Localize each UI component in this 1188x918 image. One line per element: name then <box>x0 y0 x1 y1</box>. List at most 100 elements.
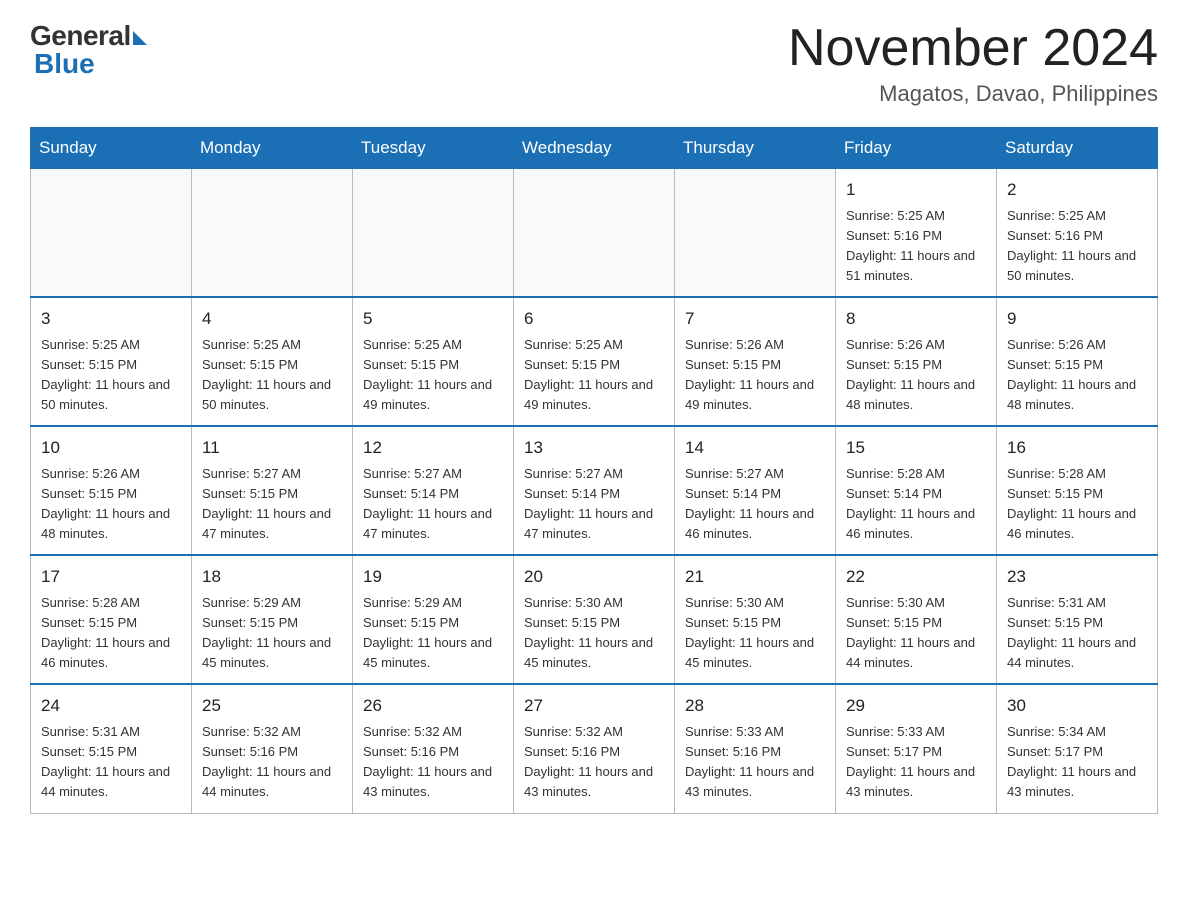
day-header-saturday: Saturday <box>997 128 1158 169</box>
calendar-week-row: 24 Sunrise: 5:31 AM Sunset: 5:15 PM Dayli… <box>31 684 1158 813</box>
day-number: 12 <box>363 435 503 461</box>
day-number: 29 <box>846 693 986 719</box>
day-number: 20 <box>524 564 664 590</box>
calendar-cell: 20 Sunrise: 5:30 AM Sunset: 5:15 PM Dayli… <box>514 555 675 684</box>
calendar-cell: 14Sunrise: 5:27 AM Sunset: 5:14 PM Dayli… <box>675 426 836 555</box>
calendar-cell: 26 Sunrise: 5:32 AM Sunset: 5:16 PM Dayli… <box>353 684 514 813</box>
calendar-cell: 11Sunrise: 5:27 AM Sunset: 5:15 PM Dayli… <box>192 426 353 555</box>
day-info: Sunrise: 5:25 AM Sunset: 5:15 PM Dayligh… <box>202 335 342 416</box>
calendar-cell <box>675 169 836 298</box>
calendar-week-row: 3 Sunrise: 5:25 AM Sunset: 5:15 PM Daylig… <box>31 297 1158 426</box>
day-info: Sunrise: 5:30 AM Sunset: 5:15 PM Dayligh… <box>846 593 986 674</box>
calendar-cell: 7Sunrise: 5:26 AM Sunset: 5:15 PM Daylig… <box>675 297 836 426</box>
day-number: 23 <box>1007 564 1147 590</box>
calendar-cell <box>353 169 514 298</box>
day-info: Sunrise: 5:26 AM Sunset: 5:15 PM Dayligh… <box>846 335 986 416</box>
logo-blue-text: Blue <box>30 48 95 80</box>
day-info: Sunrise: 5:25 AM Sunset: 5:15 PM Dayligh… <box>524 335 664 416</box>
location-text: Magatos, Davao, Philippines <box>788 81 1158 107</box>
calendar-cell: 9 Sunrise: 5:26 AM Sunset: 5:15 PM Daylig… <box>997 297 1158 426</box>
day-number: 28 <box>685 693 825 719</box>
day-info: Sunrise: 5:26 AM Sunset: 5:15 PM Dayligh… <box>1007 335 1147 416</box>
calendar-cell: 17 Sunrise: 5:28 AM Sunset: 5:15 PM Dayli… <box>31 555 192 684</box>
logo: General Blue <box>30 20 147 80</box>
day-header-wednesday: Wednesday <box>514 128 675 169</box>
day-info: Sunrise: 5:30 AM Sunset: 5:15 PM Dayligh… <box>524 593 664 674</box>
day-number: 16 <box>1007 435 1147 461</box>
day-info: Sunrise: 5:33 AM Sunset: 5:17 PM Dayligh… <box>846 722 986 803</box>
calendar-cell: 29 Sunrise: 5:33 AM Sunset: 5:17 PM Dayli… <box>836 684 997 813</box>
day-number: 13 <box>524 435 664 461</box>
day-info: Sunrise: 5:28 AM Sunset: 5:14 PM Dayligh… <box>846 464 986 545</box>
day-number: 7 <box>685 306 825 332</box>
day-number: 10 <box>41 435 181 461</box>
day-header-monday: Monday <box>192 128 353 169</box>
day-info: Sunrise: 5:27 AM Sunset: 5:15 PM Dayligh… <box>202 464 342 545</box>
day-number: 2 <box>1007 177 1147 203</box>
day-info: Sunrise: 5:28 AM Sunset: 5:15 PM Dayligh… <box>1007 464 1147 545</box>
calendar-cell: 21Sunrise: 5:30 AM Sunset: 5:15 PM Dayli… <box>675 555 836 684</box>
month-title: November 2024 <box>788 20 1158 77</box>
calendar-cell: 3 Sunrise: 5:25 AM Sunset: 5:15 PM Daylig… <box>31 297 192 426</box>
day-number: 30 <box>1007 693 1147 719</box>
day-info: Sunrise: 5:32 AM Sunset: 5:16 PM Dayligh… <box>363 722 503 803</box>
day-number: 4 <box>202 306 342 332</box>
day-info: Sunrise: 5:26 AM Sunset: 5:15 PM Dayligh… <box>41 464 181 545</box>
calendar-cell: 18Sunrise: 5:29 AM Sunset: 5:15 PM Dayli… <box>192 555 353 684</box>
calendar-cell: 8 Sunrise: 5:26 AM Sunset: 5:15 PM Daylig… <box>836 297 997 426</box>
day-number: 26 <box>363 693 503 719</box>
day-number: 25 <box>202 693 342 719</box>
calendar-week-row: 17 Sunrise: 5:28 AM Sunset: 5:15 PM Dayli… <box>31 555 1158 684</box>
calendar-cell <box>192 169 353 298</box>
calendar-cell: 13 Sunrise: 5:27 AM Sunset: 5:14 PM Dayli… <box>514 426 675 555</box>
day-info: Sunrise: 5:33 AM Sunset: 5:16 PM Dayligh… <box>685 722 825 803</box>
calendar-cell: 16 Sunrise: 5:28 AM Sunset: 5:15 PM Dayli… <box>997 426 1158 555</box>
day-header-tuesday: Tuesday <box>353 128 514 169</box>
logo-triangle-icon <box>133 31 147 45</box>
day-number: 8 <box>846 306 986 332</box>
day-info: Sunrise: 5:31 AM Sunset: 5:15 PM Dayligh… <box>41 722 181 803</box>
day-number: 9 <box>1007 306 1147 332</box>
calendar-cell: 30 Sunrise: 5:34 AM Sunset: 5:17 PM Dayli… <box>997 684 1158 813</box>
calendar-cell: 5 Sunrise: 5:25 AM Sunset: 5:15 PM Daylig… <box>353 297 514 426</box>
day-number: 5 <box>363 306 503 332</box>
calendar-cell: 23 Sunrise: 5:31 AM Sunset: 5:15 PM Dayli… <box>997 555 1158 684</box>
calendar-cell: 27 Sunrise: 5:32 AM Sunset: 5:16 PM Dayli… <box>514 684 675 813</box>
day-number: 27 <box>524 693 664 719</box>
day-number: 17 <box>41 564 181 590</box>
day-number: 19 <box>363 564 503 590</box>
calendar-cell: 2 Sunrise: 5:25 AM Sunset: 5:16 PM Daylig… <box>997 169 1158 298</box>
day-info: Sunrise: 5:34 AM Sunset: 5:17 PM Dayligh… <box>1007 722 1147 803</box>
day-number: 15 <box>846 435 986 461</box>
day-info: Sunrise: 5:25 AM Sunset: 5:16 PM Dayligh… <box>1007 206 1147 287</box>
day-info: Sunrise: 5:31 AM Sunset: 5:15 PM Dayligh… <box>1007 593 1147 674</box>
page-header: General Blue November 2024 Magatos, Dava… <box>30 20 1158 107</box>
day-info: Sunrise: 5:29 AM Sunset: 5:15 PM Dayligh… <box>363 593 503 674</box>
calendar-cell <box>31 169 192 298</box>
calendar-table: SundayMondayTuesdayWednesdayThursdayFrid… <box>30 127 1158 813</box>
day-info: Sunrise: 5:29 AM Sunset: 5:15 PM Dayligh… <box>202 593 342 674</box>
day-info: Sunrise: 5:27 AM Sunset: 5:14 PM Dayligh… <box>524 464 664 545</box>
day-info: Sunrise: 5:25 AM Sunset: 5:15 PM Dayligh… <box>363 335 503 416</box>
calendar-cell: 22Sunrise: 5:30 AM Sunset: 5:15 PM Dayli… <box>836 555 997 684</box>
calendar-week-row: 1Sunrise: 5:25 AM Sunset: 5:16 PM Daylig… <box>31 169 1158 298</box>
day-number: 24 <box>41 693 181 719</box>
day-number: 6 <box>524 306 664 332</box>
day-info: Sunrise: 5:32 AM Sunset: 5:16 PM Dayligh… <box>202 722 342 803</box>
day-number: 3 <box>41 306 181 332</box>
day-number: 21 <box>685 564 825 590</box>
day-header-thursday: Thursday <box>675 128 836 169</box>
calendar-cell: 15 Sunrise: 5:28 AM Sunset: 5:14 PM Dayli… <box>836 426 997 555</box>
day-info: Sunrise: 5:25 AM Sunset: 5:15 PM Dayligh… <box>41 335 181 416</box>
calendar-cell: 1Sunrise: 5:25 AM Sunset: 5:16 PM Daylig… <box>836 169 997 298</box>
day-info: Sunrise: 5:32 AM Sunset: 5:16 PM Dayligh… <box>524 722 664 803</box>
day-info: Sunrise: 5:27 AM Sunset: 5:14 PM Dayligh… <box>363 464 503 545</box>
day-header-sunday: Sunday <box>31 128 192 169</box>
day-info: Sunrise: 5:28 AM Sunset: 5:15 PM Dayligh… <box>41 593 181 674</box>
title-section: November 2024 Magatos, Davao, Philippine… <box>788 20 1158 107</box>
calendar-cell: 28 Sunrise: 5:33 AM Sunset: 5:16 PM Dayli… <box>675 684 836 813</box>
day-info: Sunrise: 5:25 AM Sunset: 5:16 PM Dayligh… <box>846 206 986 287</box>
calendar-cell: 12 Sunrise: 5:27 AM Sunset: 5:14 PM Dayli… <box>353 426 514 555</box>
day-info: Sunrise: 5:27 AM Sunset: 5:14 PM Dayligh… <box>685 464 825 545</box>
calendar-week-row: 10 Sunrise: 5:26 AM Sunset: 5:15 PM Dayli… <box>31 426 1158 555</box>
